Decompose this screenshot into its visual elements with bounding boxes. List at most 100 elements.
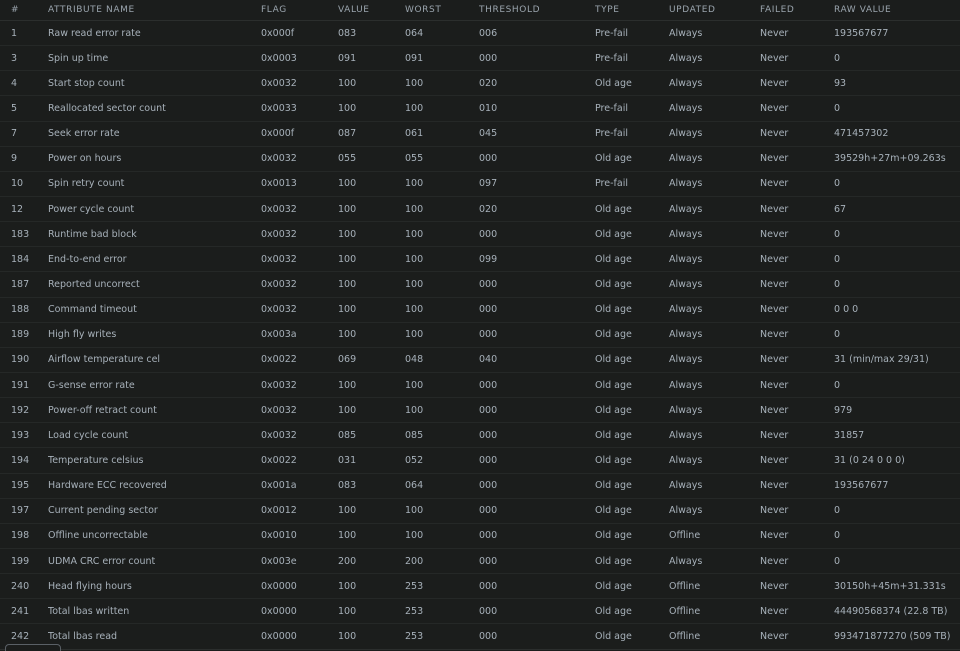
cell-worst: 085: [405, 422, 479, 449]
header-id[interactable]: #: [0, 0, 48, 21]
cell-updated: Always: [669, 473, 760, 499]
cell-worst: 100: [405, 246, 479, 273]
cell-threshold: 000: [479, 623, 595, 650]
cell-value: 100: [338, 573, 405, 600]
cell-threshold: 000: [479, 146, 595, 172]
cell-worst: 100: [405, 372, 479, 399]
header-threshold[interactable]: THRESHOLD: [479, 0, 595, 21]
cell-updated: Always: [669, 498, 760, 524]
cell-type: Old age: [595, 347, 669, 373]
cell-attribute-name: Hardware ECC recovered: [48, 473, 261, 499]
header-failed[interactable]: FAILED: [760, 0, 834, 21]
cell-updated: Offline: [669, 523, 760, 549]
table-row: 241 Total lbas written 0x0000 100 253 000 Old …: [0, 598, 960, 625]
cell-flag: 0x0012: [261, 498, 338, 524]
cell-value: 100: [338, 297, 405, 323]
cell-worst: 100: [405, 523, 479, 549]
cell-flag: 0x0010: [261, 523, 338, 549]
cell-threshold: 000: [479, 45, 595, 72]
cell-attribute-name: Total lbas written: [48, 598, 261, 625]
header-updated[interactable]: UPDATED: [669, 0, 760, 21]
cell-updated: Always: [669, 422, 760, 449]
cell-worst: 064: [405, 473, 479, 499]
cell-flag: 0x0032: [261, 372, 338, 399]
cell-id: 195: [0, 473, 48, 499]
cell-id: 191: [0, 372, 48, 399]
cell-flag: 0x0032: [261, 221, 338, 248]
cell-failed: Never: [760, 397, 834, 424]
header-row: # ATTRIBUTE NAME FLAG VALUE WORST THRESH…: [0, 0, 960, 21]
cell-threshold: 020: [479, 196, 595, 223]
cell-value: 100: [338, 246, 405, 273]
cell-updated: Always: [669, 95, 760, 122]
cell-raw-value: 30150h+45m+31.331s: [834, 573, 960, 600]
cell-worst: 253: [405, 573, 479, 600]
cell-type: Old age: [595, 271, 669, 298]
cell-value: 100: [338, 623, 405, 650]
cell-attribute-name: Spin up time: [48, 45, 261, 72]
cell-threshold: 045: [479, 121, 595, 147]
cell-type: Old age: [595, 598, 669, 625]
header-worst[interactable]: WORST: [405, 0, 479, 21]
cell-failed: Never: [760, 347, 834, 373]
cell-worst: 061: [405, 121, 479, 147]
cell-attribute-name: Power-off retract count: [48, 397, 261, 424]
cell-flag: 0x0003: [261, 45, 338, 72]
header-value[interactable]: VALUE: [338, 0, 405, 21]
cell-flag: 0x0032: [261, 246, 338, 273]
cell-flag: 0x0022: [261, 347, 338, 373]
cell-failed: Never: [760, 598, 834, 625]
table-row: 1 Raw read error rate 0x000f 083 064 006 Pre-f…: [0, 20, 960, 47]
cell-failed: Never: [760, 473, 834, 499]
cell-failed: Never: [760, 271, 834, 298]
table-row: 7 Seek error rate 0x000f 087 061 045 Pre-fail A…: [0, 121, 960, 147]
cell-worst: 100: [405, 221, 479, 248]
cell-type: Pre-fail: [595, 171, 669, 197]
cell-id: 187: [0, 271, 48, 298]
cell-value: 100: [338, 397, 405, 424]
cell-id: 189: [0, 322, 48, 348]
table-row: 198 Offline uncorrectable 0x0010 100 100 000 O…: [0, 523, 960, 549]
cell-worst: 055: [405, 146, 479, 172]
table-row: 10 Spin retry count 0x0013 100 100 097 Pre-fai…: [0, 171, 960, 197]
header-attribute-name[interactable]: ATTRIBUTE NAME: [48, 0, 261, 21]
cell-type: Old age: [595, 573, 669, 600]
cell-flag: 0x0000: [261, 573, 338, 600]
header-flag[interactable]: FLAG: [261, 0, 338, 21]
cell-type: Old age: [595, 523, 669, 549]
cell-type: Old age: [595, 498, 669, 524]
cell-flag: 0x0032: [261, 70, 338, 97]
cell-threshold: 000: [479, 422, 595, 449]
header-raw-value[interactable]: RAW VALUE: [834, 0, 960, 21]
cell-raw-value: 39529h+27m+09.263s: [834, 146, 960, 172]
cell-threshold: 010: [479, 95, 595, 122]
cell-flag: 0x0000: [261, 598, 338, 625]
cell-attribute-name: High fly writes: [48, 322, 261, 348]
cell-id: 197: [0, 498, 48, 524]
cell-value: 100: [338, 498, 405, 524]
cell-updated: Offline: [669, 598, 760, 625]
cell-raw-value: 0 0 0: [834, 297, 960, 323]
bottom-action-button[interactable]: [5, 644, 61, 651]
cell-raw-value: 31 (min/max 29/31): [834, 347, 960, 373]
cell-worst: 100: [405, 196, 479, 223]
cell-failed: Never: [760, 297, 834, 323]
cell-threshold: 000: [479, 322, 595, 348]
cell-type: Old age: [595, 297, 669, 323]
cell-worst: 100: [405, 271, 479, 298]
cell-value: 085: [338, 422, 405, 449]
header-type[interactable]: TYPE: [595, 0, 669, 21]
cell-flag: 0x000f: [261, 20, 338, 47]
cell-updated: Always: [669, 196, 760, 223]
cell-flag: 0x0032: [261, 146, 338, 172]
cell-id: 3: [0, 45, 48, 72]
cell-updated: Always: [669, 121, 760, 147]
cell-updated: Always: [669, 20, 760, 47]
cell-worst: 100: [405, 70, 479, 97]
cell-value: 100: [338, 271, 405, 298]
cell-failed: Never: [760, 20, 834, 47]
table-row: 199 UDMA CRC error count 0x003e 200 200 000 Ol…: [0, 548, 960, 575]
cell-flag: 0x0032: [261, 397, 338, 424]
cell-worst: 100: [405, 498, 479, 524]
cell-attribute-name: Command timeout: [48, 297, 261, 323]
